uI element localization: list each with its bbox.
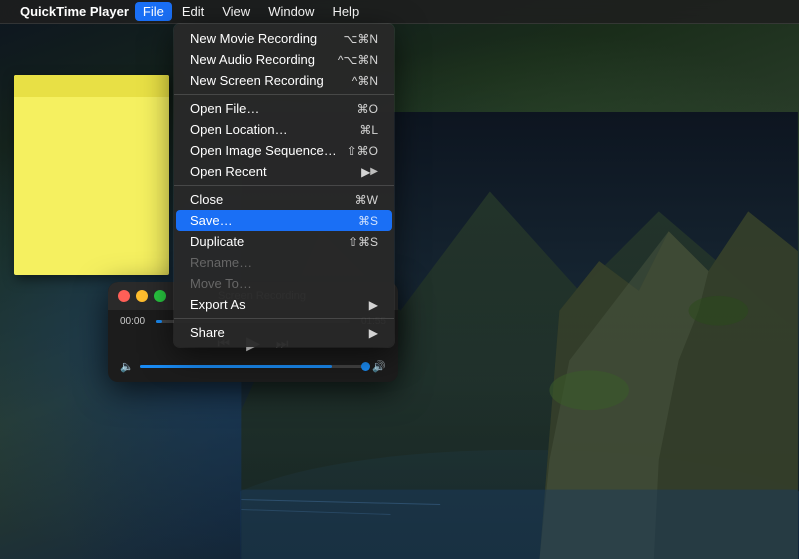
menu-item-open-recent[interactable]: Open Recent ▶ [176,161,392,182]
menu-item-new-movie-shortcut: ⌥⌘N [344,32,379,46]
menu-item-move-to-label: Move To… [190,276,378,291]
menu-item-export-as-label: Export As [190,297,369,312]
volume-bar[interactable] [140,365,367,368]
menu-item-new-audio-shortcut: ^⌥⌘N [338,53,378,67]
volume-knob[interactable] [361,362,370,371]
player-progress-fill [156,320,162,323]
menu-item-new-audio[interactable]: New Audio Recording ^⌥⌘N [176,49,392,70]
menu-item-open-location[interactable]: Open Location… ⌘L [176,119,392,140]
minimize-button[interactable] [136,290,148,302]
menu-item-duplicate-label: Duplicate [190,234,348,249]
sticky-note [14,75,169,275]
menu-item-open-image-seq[interactable]: Open Image Sequence… ⇧⌘O [176,140,392,161]
menu-item-open-recent-label: Open Recent [190,164,361,179]
menu-item-new-audio-label: New Audio Recording [190,52,338,67]
menu-item-close-label: Close [190,192,355,207]
fullscreen-button[interactable] [154,290,166,302]
menu-item-close-shortcut: ⌘W [355,193,378,207]
menu-item-duplicate[interactable]: Duplicate ⇧⌘S [176,231,392,252]
menu-item-new-movie[interactable]: New Movie Recording ⌥⌘N [176,28,392,49]
menu-item-new-screen-label: New Screen Recording [190,73,352,88]
close-button[interactable] [118,290,130,302]
app-name: QuickTime Player [20,4,129,19]
menu-item-open-image-seq-shortcut: ⇧⌘O [347,144,378,158]
menubar-items: File Edit View Window Help [135,2,367,21]
menu-item-open-file-shortcut: ⌘O [357,102,378,116]
menu-item-open-location-label: Open Location… [190,122,359,137]
separator-2 [174,185,394,186]
menu-item-new-screen-shortcut: ^⌘N [352,74,378,88]
menu-item-move-to: Move To… [176,273,392,294]
separator-1 [174,94,394,95]
volume-high-icon: 🔊 [372,360,386,373]
menu-item-export-as-arrow: ▶ [369,298,378,312]
menu-item-save-label: Save… [190,213,358,228]
menubar-view[interactable]: View [214,2,258,21]
menu-item-new-screen[interactable]: New Screen Recording ^⌘N [176,70,392,91]
menu-item-open-recent-arrow: ▶ [361,165,370,179]
menubar-window[interactable]: Window [260,2,322,21]
menu-item-share[interactable]: Share ▶ [176,322,392,343]
file-menu-dropdown: New Movie Recording ⌥⌘N New Audio Record… [174,24,394,347]
menubar-edit[interactable]: Edit [174,2,212,21]
menu-item-share-arrow: ▶ [369,326,378,340]
sticky-note-header [14,75,169,97]
menu-item-close[interactable]: Close ⌘W [176,189,392,210]
menu-item-open-location-shortcut: ⌘L [359,123,378,137]
menu-item-new-movie-label: New Movie Recording [190,31,344,46]
menu-item-open-image-seq-label: Open Image Sequence… [190,143,347,158]
menu-item-save[interactable]: Save… ⌘S [176,210,392,231]
player-time-start: 00:00 [120,316,150,327]
menu-item-open-file[interactable]: Open File… ⌘O [176,98,392,119]
menu-item-rename-label: Rename… [190,255,378,270]
menubar: QuickTime Player File Edit View Window H… [0,0,799,24]
volume-fill [140,365,333,368]
menubar-help[interactable]: Help [324,2,367,21]
menu-item-save-shortcut: ⌘S [358,214,378,228]
volume-low-icon: 🔈 [120,360,134,373]
menubar-file[interactable]: File [135,2,172,21]
player-volume-row: 🔈 🔊 [120,360,386,373]
menu-item-export-as[interactable]: Export As ▶ [176,294,392,315]
menu-item-share-label: Share [190,325,369,340]
menu-item-open-file-label: Open File… [190,101,357,116]
menu-item-rename: Rename… [176,252,392,273]
menu-item-duplicate-shortcut: ⇧⌘S [348,235,378,249]
separator-3 [174,318,394,319]
